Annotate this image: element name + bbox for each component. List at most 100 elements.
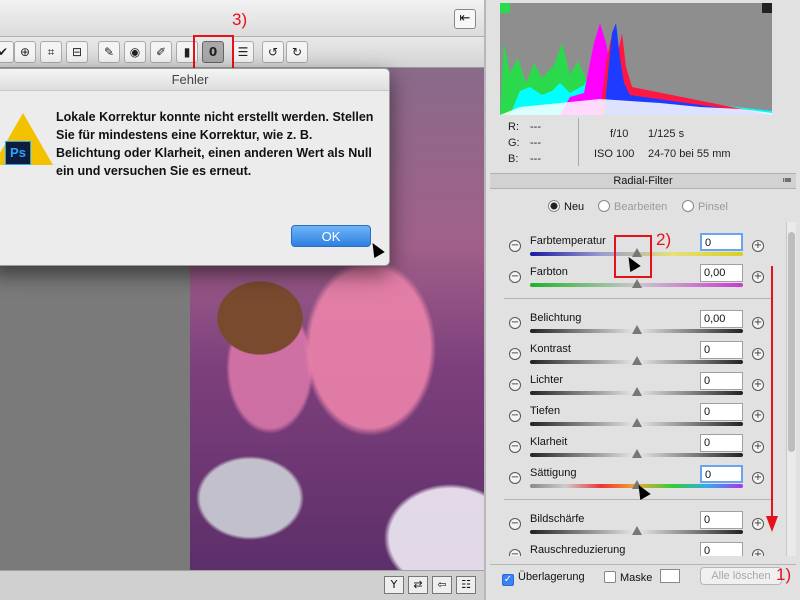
plus-icon[interactable]: + (752, 348, 764, 360)
error-dialog: Fehler Ps Lokale Korrektur konnte nicht … (0, 68, 390, 266)
slider-label: Tiefen (530, 405, 561, 417)
copy-settings-icon[interactable]: ⇦ (432, 576, 452, 594)
slider-label: Bildschärfe (530, 513, 585, 525)
plus-icon[interactable]: + (752, 441, 764, 453)
mode-radio-1[interactable]: Bearbeiten (598, 200, 667, 214)
plus-icon[interactable]: + (752, 271, 764, 283)
aperture-value: f/10 (610, 128, 629, 140)
overlay-label: Überlagerung (518, 571, 585, 583)
photoshop-icon: Ps (5, 141, 31, 165)
plus-icon[interactable]: + (752, 317, 764, 329)
swap-icon[interactable]: ⇄ (408, 576, 428, 594)
plus-icon[interactable]: + (752, 472, 764, 484)
section-divider (504, 499, 772, 500)
radio-icon[interactable] (682, 200, 694, 212)
mask-checkbox[interactable]: Maske (604, 571, 652, 584)
scrollbar-thumb[interactable] (788, 232, 795, 452)
slider-thumb[interactable] (631, 387, 642, 396)
histogram-graph (500, 3, 772, 115)
slider-thumb[interactable] (631, 449, 642, 458)
tool-target-adjust-icon[interactable]: ⊕ (14, 41, 36, 63)
plus-icon[interactable]: + (752, 549, 764, 556)
minus-icon[interactable]: − (509, 518, 521, 530)
plus-icon[interactable]: + (752, 379, 764, 391)
radio-icon[interactable] (598, 200, 610, 212)
scrollbar[interactable] (786, 222, 796, 556)
tool-crop-icon[interactable]: ⌗ (40, 41, 62, 63)
plus-icon[interactable]: + (752, 240, 764, 252)
tool-brush-partial-icon[interactable]: ✔ (0, 41, 14, 63)
overlay-checkbox[interactable]: ✓ Überlagerung (502, 571, 585, 586)
preferences-icon[interactable]: ☷ (456, 576, 476, 594)
tool-preferences-icon[interactable]: ☰ (232, 41, 254, 63)
b-label: B: (508, 153, 519, 165)
slider-value-field[interactable]: 0 (700, 403, 743, 421)
slider-label: Kontrast (530, 343, 571, 355)
slider-value-field[interactable]: 0 (700, 511, 743, 529)
tool-bar: ✔ ⊕ ⌗ ⊟ ✎ ◉ ✐ ▮ 0 ☰ ↺ ↻ (0, 37, 484, 68)
slider-thumb[interactable] (631, 418, 642, 427)
slider-thumb[interactable] (631, 356, 642, 365)
overlay-check-icon[interactable]: ✓ (502, 574, 514, 586)
minus-icon[interactable]: − (509, 472, 521, 484)
minus-icon[interactable]: − (509, 271, 521, 283)
info-divider (578, 118, 579, 166)
tool-adjustment-brush-icon[interactable]: ✐ (150, 41, 172, 63)
tool-straighten-icon[interactable]: ⊟ (66, 41, 88, 63)
minus-icon[interactable]: − (509, 549, 521, 556)
tool-rotate-left-icon[interactable]: ↺ (262, 41, 284, 63)
mode-radio-0[interactable]: Neu (548, 200, 584, 214)
mode-radio-2[interactable]: Pinsel (682, 200, 728, 214)
clear-all-button[interactable]: Alle löschen (700, 567, 782, 585)
slider-thumb[interactable] (631, 526, 642, 535)
slider-label: Belichtung (530, 312, 582, 324)
slider-value-field[interactable]: 0 (700, 434, 743, 452)
slider-row-rauschreduzierung: − Rauschreduzierung 0 + (490, 535, 786, 556)
slider-row-belichtung: − Belichtung 0,00 + (490, 303, 786, 334)
compare-view-icon[interactable]: Y (384, 576, 404, 594)
slider-label: Klarheit (530, 436, 568, 448)
slider-label: Rauschreduzierung (530, 544, 626, 556)
minus-icon[interactable]: − (509, 317, 521, 329)
annotation-scroll-arrow (771, 266, 773, 518)
slider-value-field[interactable]: 0 (700, 233, 743, 251)
mask-check-icon[interactable] (604, 571, 616, 583)
g-value: --- (530, 137, 541, 149)
slider-value-field[interactable]: 0,00 (700, 310, 743, 328)
slider-value-field[interactable]: 0 (700, 341, 743, 359)
slider-value-field[interactable]: 0,00 (700, 264, 743, 282)
slider-value-field[interactable]: 0 (700, 372, 743, 390)
slider-label: Lichter (530, 374, 564, 386)
tool-spot-removal-icon[interactable]: ✎ (98, 41, 120, 63)
ok-button[interactable]: OK (291, 225, 371, 247)
slider-thumb[interactable] (631, 279, 642, 288)
slider-value-field[interactable]: 0 (700, 542, 743, 556)
minus-icon[interactable]: − (509, 379, 521, 391)
slider-label: Farbton (530, 266, 568, 278)
slider-row-klarheit: − Klarheit 0 + (490, 427, 786, 458)
exit-fullscreen-button[interactable]: ⇤ (454, 9, 476, 29)
minus-icon[interactable]: − (509, 240, 521, 252)
annotation-label-1: 1) (776, 565, 792, 584)
g-label: G: (508, 137, 520, 149)
slider-value-field[interactable]: 0 (700, 465, 743, 483)
minus-icon[interactable]: − (509, 441, 521, 453)
r-label: R: (508, 121, 519, 133)
slider-row-lichter: − Lichter 0 + (490, 365, 786, 396)
tool-rotate-right-icon[interactable]: ↻ (286, 41, 308, 63)
histogram (500, 3, 772, 115)
minus-icon[interactable]: − (509, 348, 521, 360)
plus-icon[interactable]: + (752, 518, 764, 530)
section-divider (504, 298, 772, 299)
slider-thumb[interactable] (631, 325, 642, 334)
minus-icon[interactable]: − (509, 410, 521, 422)
mode-selector: Neu Bearbeiten Pinsel (548, 200, 788, 216)
plus-icon[interactable]: + (752, 410, 764, 422)
radio-icon[interactable] (548, 200, 560, 212)
lens-value: 24-70 bei 55 mm (648, 148, 731, 160)
iso-value: ISO 100 (594, 148, 635, 160)
panel-menu-icon[interactable]: ≔ (782, 174, 792, 188)
tool-red-eye-icon[interactable]: ◉ (124, 41, 146, 63)
mode-label: Bearbeiten (614, 201, 668, 213)
mask-color-swatch[interactable] (660, 569, 680, 583)
